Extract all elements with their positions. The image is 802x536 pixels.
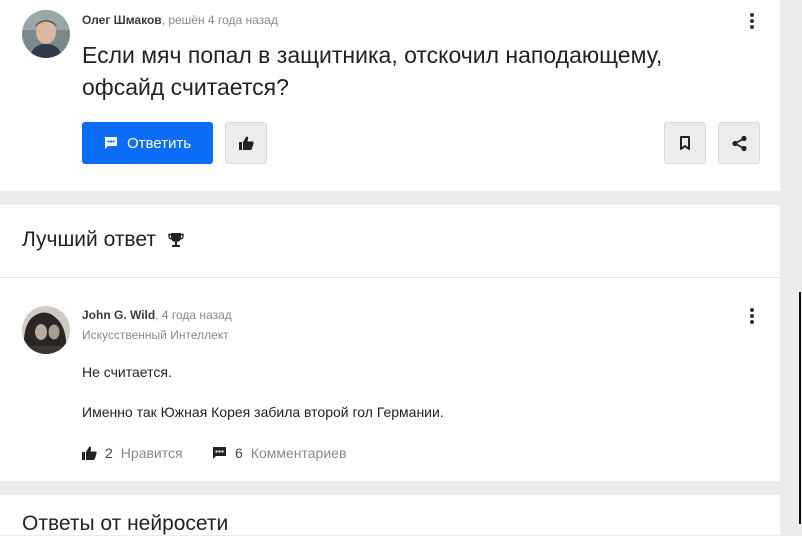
question-more-icon[interactable] <box>742 11 762 31</box>
answer-meta: John G. Wild, 4 года назад <box>82 308 232 322</box>
best-answer-divider <box>0 277 780 278</box>
comments-button[interactable]: 6 Комментариев <box>212 445 346 461</box>
question-author-name[interactable]: Олег Шмаков <box>82 13 162 27</box>
best-answer-title: Лучший ответ <box>22 228 156 251</box>
comments-count: 6 <box>235 445 243 461</box>
question-author-avatar[interactable] <box>22 10 70 58</box>
share-button[interactable] <box>718 122 760 164</box>
share-icon <box>731 135 747 151</box>
answer-author-avatar[interactable] <box>22 306 70 354</box>
comment-icon <box>213 447 226 459</box>
answer-author-name[interactable]: John G. Wild <box>82 308 155 322</box>
answer-text-line: Именно так Южная Корея забила второй гол… <box>82 404 444 420</box>
like-answer-button[interactable]: 2 Нравится <box>82 445 183 461</box>
question-meta: Олег Шмаков, решён 4 года назад <box>82 13 278 27</box>
answer-author-rank: Искусственный Интеллект <box>82 328 229 342</box>
question-title: Если мяч попал в защитника, отскочил нап… <box>82 42 663 100</box>
page-edge-line <box>799 292 801 524</box>
bookmark-button[interactable] <box>664 122 706 164</box>
chat-bubble-icon <box>104 137 117 149</box>
best-answer-heading: Лучший ответ <box>22 228 184 252</box>
thumbs-up-icon <box>82 446 97 460</box>
likes-label: Нравится <box>120 445 183 461</box>
answer-more-icon[interactable] <box>742 306 762 326</box>
likes-count: 2 <box>105 445 113 461</box>
comments-label: Комментариев <box>250 445 347 461</box>
bookmark-icon <box>680 136 690 150</box>
answer-time: , 4 года назад <box>155 308 232 322</box>
question-solved-time: , решён 4 года назад <box>161 13 278 27</box>
thumbs-up-icon <box>238 136 254 150</box>
ai-answers-title: Ответы от нейросети <box>22 512 229 535</box>
answer-text-line: Не считается. <box>82 364 172 380</box>
like-question-button[interactable] <box>225 122 267 164</box>
answer-button-label: Ответить <box>126 134 192 152</box>
answer-button[interactable]: Ответить <box>82 122 213 164</box>
trophy-icon <box>168 233 184 247</box>
